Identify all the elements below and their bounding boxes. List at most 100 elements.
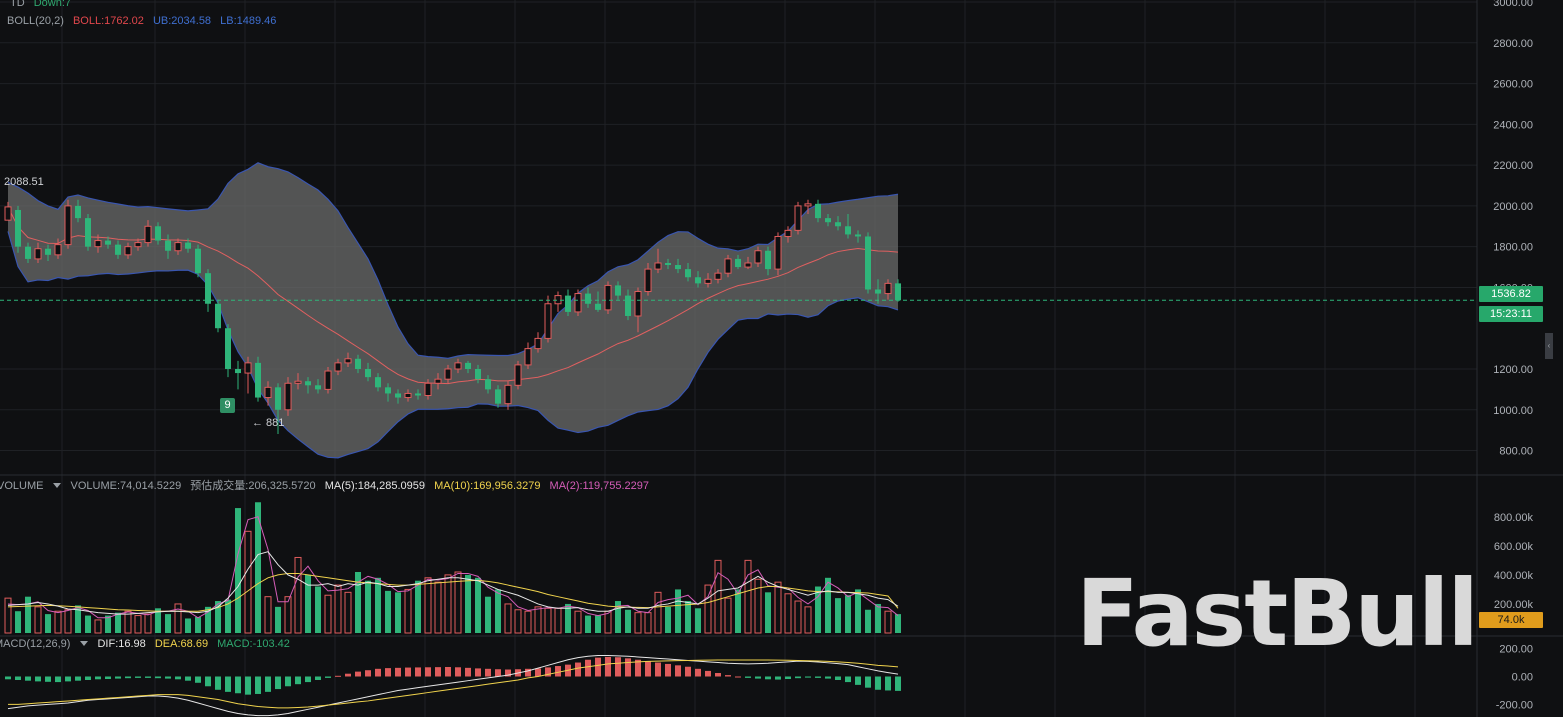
candle-body-down xyxy=(275,387,281,410)
volume-bar-up xyxy=(644,612,652,634)
candle-body-down xyxy=(375,377,381,388)
low-annotation: ← 881 xyxy=(252,417,285,429)
volume-bar-up xyxy=(524,610,532,634)
macd-histogram-bar xyxy=(335,675,341,677)
boll-name[interactable]: BOLL(20,2) xyxy=(7,15,64,27)
candle-body-down xyxy=(235,368,241,374)
volume-bar-up xyxy=(604,610,612,634)
volume-bar-up xyxy=(574,610,582,634)
volume-dropdown-icon[interactable] xyxy=(53,483,62,489)
candle-body-up xyxy=(804,203,812,207)
macd-histogram-bar xyxy=(455,667,461,677)
candle-body-down xyxy=(415,393,421,396)
macd-histogram-bar xyxy=(325,676,331,678)
macd-dropdown-icon[interactable] xyxy=(80,641,89,647)
macd-histogram-bar xyxy=(205,676,211,687)
macd-histogram-bar xyxy=(605,656,611,677)
price-axis-tick: 2600.00 xyxy=(1493,79,1533,91)
candle-body-down xyxy=(15,209,21,247)
price-axis-tick: 1800.00 xyxy=(1493,242,1533,254)
price-axis-tick: 1000.00 xyxy=(1493,405,1533,417)
volume-bar-up xyxy=(724,597,732,634)
volume-bar-down xyxy=(895,614,901,633)
macd-histogram-bar xyxy=(395,667,401,677)
volume-bar-down xyxy=(595,615,601,633)
candle-body-down xyxy=(75,205,81,219)
candle-body-up xyxy=(294,380,302,384)
candle-body-down xyxy=(225,328,231,369)
candle-body-down xyxy=(815,203,821,219)
volume-bar-down xyxy=(465,574,471,633)
boll-ub-value: UB:2034.58 xyxy=(152,15,212,27)
volume-bar-up xyxy=(424,577,432,634)
macd-histogram-bar xyxy=(775,676,781,680)
candle-body-down xyxy=(385,387,391,394)
macd-axis-tick: -200.00 xyxy=(1496,699,1533,711)
volume-bar-up xyxy=(794,600,802,634)
macd-histogram-bar xyxy=(805,676,811,678)
volume-legend: VOLUME VOLUME:74,014.5229 预估成交量:206,325.… xyxy=(0,477,655,493)
macd-histogram-bar xyxy=(745,676,751,678)
macd-histogram-bar xyxy=(305,676,311,683)
candle-body-up xyxy=(324,370,332,390)
candle-body-up xyxy=(284,382,292,411)
volume-bar-down xyxy=(675,589,681,633)
price-axis-tick: 1200.00 xyxy=(1493,364,1533,376)
candle-body-down xyxy=(215,303,221,329)
candle-body-up xyxy=(264,386,272,399)
macd-axis-tick: 200.00 xyxy=(1499,644,1533,656)
candle-body-up xyxy=(884,282,892,295)
volume-bar-down xyxy=(695,608,701,633)
price-axis-tick: 800.00 xyxy=(1499,446,1533,458)
boll-legend: BOLL(20,2) BOLL:1762.02 UB:2034.58 LB:14… xyxy=(7,15,282,27)
candle-body-up xyxy=(654,262,662,270)
volume-bar-up xyxy=(94,619,102,634)
volume-bar-up xyxy=(324,594,332,634)
last-price-tag: 1536.82 xyxy=(1479,286,1543,302)
candle-body-down xyxy=(195,248,201,274)
candle-body-up xyxy=(704,278,712,284)
macd-histogram-bar xyxy=(625,658,631,677)
candle-body-up xyxy=(724,258,732,274)
volume-bar-up xyxy=(514,609,522,634)
macd-histogram-bar xyxy=(355,671,361,677)
macd-histogram-bar xyxy=(895,676,901,691)
volume-bar-down xyxy=(875,603,881,633)
candle-body-up xyxy=(54,244,62,256)
volume-bar-down xyxy=(835,598,841,633)
price-axis-tick: 2800.00 xyxy=(1493,38,1533,50)
candle-body-down xyxy=(155,226,161,241)
candle-body-up xyxy=(644,268,652,293)
volume-bar-up xyxy=(714,559,722,634)
macd-histogram-bar xyxy=(675,665,681,677)
volume-bar-up xyxy=(4,597,12,634)
volume-bar-up xyxy=(804,606,812,634)
macd-histogram-bar xyxy=(845,676,851,683)
macd-histogram-bar xyxy=(585,659,591,677)
candle-body-up xyxy=(754,250,762,264)
volume-bar-up xyxy=(34,606,42,634)
volume-ma2: MA(2):119,755.2297 xyxy=(549,480,650,492)
countdown-tag: 15:23:11 xyxy=(1479,306,1543,322)
macd-legend: MACD(12,26,9) DIF:16.98 DEA:68.69 MACD:-… xyxy=(0,638,296,650)
candle-body-down xyxy=(615,285,621,296)
volume-bar-down xyxy=(735,589,741,633)
price-axis-tick: 2200.00 xyxy=(1493,160,1533,172)
macd-histogram-bar xyxy=(665,663,671,677)
volume-bar-up xyxy=(744,559,752,634)
volume-bar-down xyxy=(475,577,481,633)
td-legend: TD Down:7 xyxy=(10,0,77,9)
candle-body-down xyxy=(855,234,861,237)
macd-histogram-bar xyxy=(85,676,91,680)
macd-histogram-bar xyxy=(415,667,421,677)
candle-body-up xyxy=(544,303,552,339)
macd-histogram-bar xyxy=(645,661,651,677)
volume-bar-down xyxy=(255,502,261,633)
macd-name[interactable]: MACD(12,26,9) xyxy=(0,638,70,650)
volume-bar-up xyxy=(264,596,272,634)
macd-histogram-bar xyxy=(145,676,151,678)
volume-name[interactable]: VOLUME xyxy=(0,480,43,492)
panel-collapse-handle[interactable]: ‹ xyxy=(1545,333,1553,359)
volume-bar-up xyxy=(554,607,562,634)
macd-histogram-bar xyxy=(265,676,271,692)
